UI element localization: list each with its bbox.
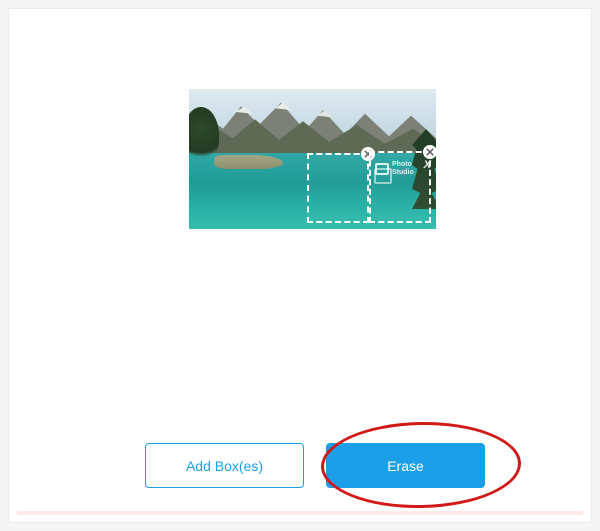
selection-box-2[interactable] (369, 151, 431, 223)
preview-image[interactable]: Photo Studio X (189, 89, 436, 229)
close-icon[interactable] (423, 145, 436, 159)
erase-button[interactable]: Erase (326, 443, 485, 488)
selection-box-1[interactable] (307, 153, 369, 223)
bottom-accent (17, 511, 583, 515)
action-buttons: Add Box(es) Erase (145, 443, 485, 488)
app-frame: Photo Studio X Add Box(es) Erase (8, 8, 592, 523)
image-mountains (189, 97, 436, 153)
image-shore (214, 155, 283, 169)
add-boxes-button[interactable]: Add Box(es) (145, 443, 304, 488)
editor-canvas: Photo Studio X Add Box(es) Erase (13, 13, 587, 518)
